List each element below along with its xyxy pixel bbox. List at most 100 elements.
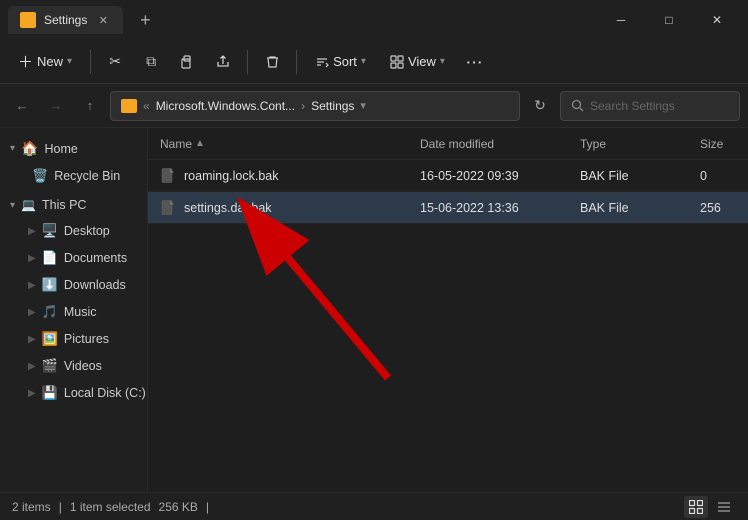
sidebar-item-music[interactable]: ▶ 🎵 Music (4, 299, 143, 325)
documents-icon: 📄 (42, 250, 58, 266)
file-icon-1 (160, 168, 176, 184)
search-placeholder: Search Settings (590, 99, 675, 113)
window-controls: ─ □ ✕ (598, 4, 740, 36)
paste-button[interactable] (171, 46, 203, 78)
view-label: View (408, 54, 436, 69)
tab-label: Settings (44, 13, 87, 27)
new-tab-button[interactable]: + (131, 6, 159, 34)
detail-view-button[interactable] (712, 496, 736, 518)
home-label: Home (44, 142, 77, 156)
search-box[interactable]: Search Settings (560, 91, 740, 121)
share-button[interactable] (207, 46, 239, 78)
address-separator-2: › (301, 99, 305, 113)
downloads-icon: ⬇️ (42, 277, 58, 293)
table-row[interactable]: settings.dat.bak 15-06-2022 13:36 BAK Fi… (148, 192, 748, 224)
file-name-1: roaming.lock.bak (160, 168, 420, 184)
col-header-type[interactable]: Type (580, 137, 700, 151)
new-label: New (37, 54, 63, 69)
file-date-1: 16-05-2022 09:39 (420, 169, 580, 183)
back-button[interactable]: ← (8, 92, 36, 120)
sidebar-item-pictures[interactable]: ▶ 🖼️ Pictures (4, 326, 143, 352)
music-label: Music (64, 305, 97, 319)
tab-close-button[interactable]: ✕ (95, 12, 111, 28)
title-bar-left: Settings ✕ + (8, 6, 590, 34)
music-icon: 🎵 (42, 304, 58, 320)
desktop-icon: 🖥️ (42, 223, 58, 239)
recycle-bin-label: Recycle Bin (54, 169, 120, 183)
content-area: Name ▲ Date modified Type Size (148, 128, 748, 492)
new-button[interactable]: ＋ New ▾ (8, 46, 82, 77)
sort-button[interactable]: Sort ▾ (305, 49, 376, 74)
file-type-1: BAK File (580, 169, 700, 183)
file-list-header: Name ▲ Date modified Type Size (148, 128, 748, 160)
status-sep-1: | (59, 500, 62, 514)
col-header-date[interactable]: Date modified (420, 137, 580, 151)
address-parent: Microsoft.Windows.Cont... (156, 99, 295, 113)
more-button[interactable]: ··· (459, 46, 491, 78)
address-separator-1: « (143, 99, 150, 113)
sidebar-item-downloads[interactable]: ▶ ⬇️ Downloads (4, 272, 143, 298)
file-list: Name ▲ Date modified Type Size (148, 128, 748, 492)
active-tab[interactable]: Settings ✕ (8, 6, 123, 34)
file-size-2: 256 (700, 201, 736, 215)
address-chevron[interactable]: ▾ (360, 99, 366, 112)
main-layout: ▾ 🏠 Home 🗑️ Recycle Bin ▾ 💻 This PC ▶ 🖥️… (0, 128, 748, 492)
local-disk-label: Local Disk (C:) (64, 386, 146, 400)
status-bar: 2 items | 1 item selected 256 KB | (0, 492, 748, 520)
delete-button[interactable] (256, 46, 288, 78)
col-header-size[interactable]: Size (700, 137, 736, 151)
sort-label: Sort (333, 54, 357, 69)
videos-label: Videos (64, 359, 102, 373)
status-sep-2: | (206, 500, 209, 514)
videos-icon: 🎬 (42, 358, 58, 374)
address-box[interactable]: « Microsoft.Windows.Cont... › Settings ▾ (110, 91, 520, 121)
downloads-label: Downloads (64, 278, 126, 292)
cut-button[interactable]: ✂ (99, 46, 131, 78)
file-type-2: BAK File (580, 201, 700, 215)
this-pc-label: This PC (42, 198, 86, 212)
documents-label: Documents (64, 251, 127, 265)
sidebar-item-desktop[interactable]: ▶ 🖥️ Desktop (4, 218, 143, 244)
search-icon (571, 99, 584, 112)
copy-button[interactable]: ⧉ (135, 46, 167, 78)
pictures-icon: 🖼️ (42, 331, 58, 347)
sidebar-item-recycle-bin[interactable]: 🗑️ Recycle Bin (4, 163, 143, 189)
file-size-1: 0 (700, 169, 736, 183)
tab-folder-icon (20, 12, 36, 28)
sidebar: ▾ 🏠 Home 🗑️ Recycle Bin ▾ 💻 This PC ▶ 🖥️… (0, 128, 148, 492)
maximize-button[interactable]: □ (646, 4, 692, 36)
sidebar-item-local-disk[interactable]: ▶ 💾 Local Disk (C:) (4, 380, 143, 406)
selected-info: 1 item selected (70, 500, 151, 514)
local-disk-icon: 💾 (42, 385, 58, 401)
close-button[interactable]: ✕ (694, 4, 740, 36)
toolbar-separator-1 (90, 50, 91, 74)
table-row[interactable]: roaming.lock.bak 16-05-2022 09:39 BAK Fi… (148, 160, 748, 192)
sidebar-item-videos[interactable]: ▶ 🎬 Videos (4, 353, 143, 379)
address-current: Settings (311, 99, 354, 113)
view-button[interactable]: View ▾ (380, 49, 455, 74)
sidebar-item-this-pc[interactable]: ▾ 💻 This PC (4, 193, 143, 217)
col-header-name[interactable]: Name ▲ (160, 137, 420, 151)
toolbar-separator-3 (296, 50, 297, 74)
item-count: 2 items (12, 500, 51, 514)
this-pc-icon: 💻 (21, 198, 36, 212)
title-bar: Settings ✕ + ─ □ ✕ (0, 0, 748, 40)
home-icon: 🏠 (21, 140, 38, 157)
file-date-2: 15-06-2022 13:36 (420, 201, 580, 215)
desktop-label: Desktop (64, 224, 110, 238)
sidebar-item-documents[interactable]: ▶ 📄 Documents (4, 245, 143, 271)
toolbar: ＋ New ▾ ✂ ⧉ Sort ▾ View ▾ ··· (0, 40, 748, 84)
refresh-button[interactable]: ↻ (526, 92, 554, 120)
pictures-label: Pictures (64, 332, 109, 346)
up-button[interactable]: ↑ (76, 92, 104, 120)
file-icon-2 (160, 200, 176, 216)
address-bar: ← → ↑ « Microsoft.Windows.Cont... › Sett… (0, 84, 748, 128)
list-view-button[interactable] (684, 496, 708, 518)
minimize-button[interactable]: ─ (598, 4, 644, 36)
sidebar-item-home[interactable]: ▾ 🏠 Home (4, 135, 143, 162)
view-toggle-buttons (684, 496, 736, 518)
address-folder-icon (121, 99, 137, 113)
forward-button[interactable]: → (42, 92, 70, 120)
file-name-2: settings.dat.bak (160, 200, 420, 216)
selected-size: 256 KB (159, 500, 198, 514)
